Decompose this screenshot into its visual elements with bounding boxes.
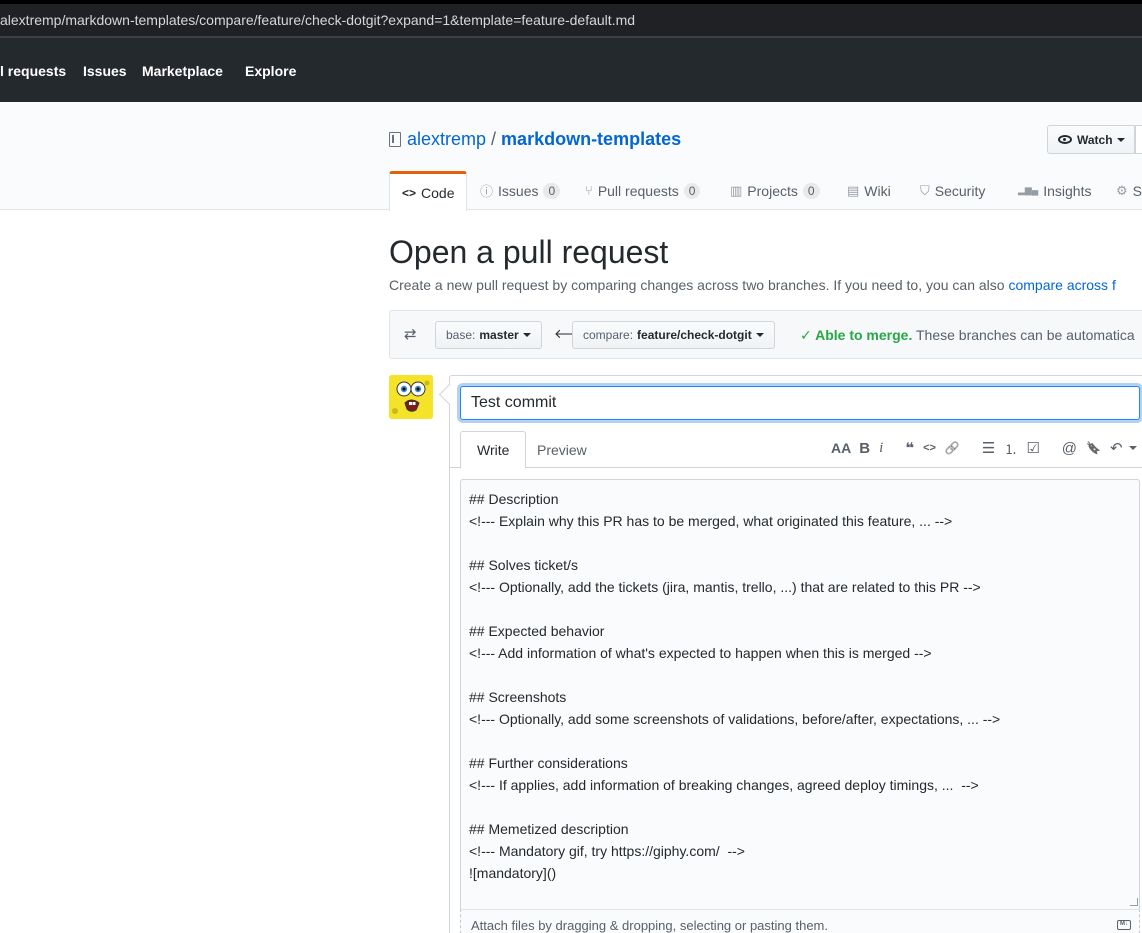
tab-insights[interactable]: ▂▆▄ Insights [1018, 171, 1091, 210]
watch-label: Watch [1077, 132, 1113, 147]
code-icon[interactable]: <> [923, 442, 936, 454]
tab-pull-requests[interactable]: ⑂ Pull requests 0 [585, 171, 701, 210]
base-prefix: base: [446, 328, 476, 342]
compare-across-forks-link[interactable]: compare across f [1008, 277, 1115, 293]
unordered-list-icon[interactable]: ☰ [982, 439, 995, 457]
mention-icon[interactable]: @ [1062, 440, 1077, 457]
tab-security-label: Security [934, 182, 986, 199]
repo-title: alextremp / markdown-templates [389, 129, 681, 150]
base-branch-name: master [479, 328, 519, 342]
nav-explore[interactable]: Explore [245, 63, 296, 79]
avatar-image [389, 375, 433, 419]
repo-header: alextremp / markdown-templates Watch <> … [0, 102, 1142, 211]
base-branch-select[interactable]: base: master [435, 321, 542, 349]
attach-files-text: Attach files by dragging & dropping, sel… [471, 918, 828, 933]
watch-count[interactable] [1135, 125, 1142, 154]
tab-preview[interactable]: Preview [521, 431, 603, 468]
git-compare-icon: ⇄ [404, 326, 417, 343]
tab-settings[interactable]: ⚙ S [1116, 171, 1142, 210]
tab-write[interactable]: Write [460, 431, 527, 469]
nav-issues[interactable]: Issues [83, 63, 127, 79]
repo-path-separator: / [491, 129, 497, 149]
graph-icon: ▂▆▄ [1018, 185, 1039, 195]
tab-issues[interactable]: ⓘ Issues 0 [480, 171, 561, 210]
tab-code[interactable]: <> Code [389, 171, 468, 211]
resize-handle[interactable] [1130, 898, 1138, 906]
eye-icon [1058, 135, 1072, 144]
nav-marketplace[interactable]: Marketplace [142, 63, 223, 79]
repo-icon [389, 132, 401, 147]
range-editor: ⇄ base: master 🡐 compare: feature/check-… [389, 310, 1142, 359]
issues-counter: 0 [543, 182, 561, 199]
repo-owner-link[interactable]: alextremp [407, 129, 486, 150]
issue-icon: ⓘ [480, 184, 494, 199]
shield-icon: ⛉ [920, 182, 930, 198]
tab-projects-label: Projects [747, 182, 798, 199]
tab-wiki-label: Wiki [864, 182, 891, 199]
code-icon: <> [402, 185, 417, 200]
tab-security[interactable]: ⛉ Security [920, 171, 985, 210]
link-icon[interactable]: 🔗 [945, 441, 960, 455]
page-subtitle: Create a new pull request by comparing c… [389, 277, 1116, 293]
tab-projects[interactable]: ▥ Projects 0 [730, 171, 820, 210]
header-text-icon[interactable]: AA [831, 440, 851, 456]
project-icon: ▥ [730, 182, 743, 198]
compare-branch-select[interactable]: compare: feature/check-dotgit [572, 321, 775, 349]
tab-issues-label: Issues [498, 182, 539, 199]
tab-pull-requests-label: Pull requests [597, 182, 679, 199]
tab-code-label: Code [421, 184, 455, 201]
chevron-down-icon [1116, 137, 1125, 142]
file-attachment-area[interactable]: Attach files by dragging & dropping, sel… [460, 909, 1140, 933]
merge-status-text: These branches can be automatica [912, 327, 1135, 343]
chevron-down-icon [522, 333, 531, 337]
tab-settings-label: S [1132, 182, 1142, 199]
compare-prefix: compare: [583, 328, 634, 342]
watch-button[interactable]: Watch [1047, 125, 1135, 154]
pull-request-body-textarea[interactable]: ## Description <!--- Explain why this PR… [460, 479, 1140, 909]
bookmark-icon[interactable]: 🔖 [1086, 441, 1101, 455]
nav-pull-requests[interactable]: l requests [0, 63, 66, 79]
avatar[interactable] [389, 375, 433, 419]
quote-icon[interactable]: ❝ [905, 439, 914, 457]
pull-request-title-input[interactable] [460, 386, 1140, 420]
task-list-icon[interactable]: ☑ [1026, 439, 1039, 457]
book-icon: ▤ [847, 182, 860, 198]
markdown-icon[interactable]: M↓ [1117, 920, 1131, 930]
pull-requests-counter: 0 [683, 182, 701, 199]
chevron-down-icon [755, 333, 764, 337]
repo-name-link[interactable]: markdown-templates [501, 129, 681, 150]
merge-status: ✓ Able to merge. These branches can be a… [800, 327, 1135, 344]
tab-wiki[interactable]: ▤ Wiki [847, 171, 891, 210]
markdown-toolbar: AA B i ❝ <> 🔗 ☰ ⒈ ☑ @ 🔖 ↶ [831, 438, 1137, 458]
global-header: l requests Issues Marketplace Explore [0, 38, 1142, 102]
tab-insights-label: Insights [1043, 182, 1092, 199]
page-title: Open a pull request [389, 234, 669, 270]
reply-icon[interactable]: ↶ [1110, 439, 1123, 457]
compare-branch-name: feature/check-dotgit [637, 328, 752, 342]
gear-icon: ⚙ [1116, 182, 1128, 198]
browser-url-bar[interactable]: alextremp/markdown-templates/compare/fea… [0, 0, 1142, 38]
pull-request-icon: ⑂ [585, 183, 593, 198]
projects-counter: 0 [802, 182, 820, 199]
new-pull-request-form: Write Preview AA B i ❝ <> 🔗 ☰ ⒈ ☑ @ 🔖 ↶ … [449, 375, 1142, 933]
subtitle-text: Create a new pull request by comparing c… [389, 277, 1009, 293]
bold-icon[interactable]: B [859, 440, 870, 457]
able-to-merge: ✓ Able to merge. [800, 327, 913, 343]
ordered-list-icon[interactable]: ⒈ [1004, 439, 1017, 458]
chevron-down-icon[interactable] [1128, 446, 1137, 450]
italic-icon[interactable]: i [879, 440, 883, 457]
url-text[interactable]: alextremp/markdown-templates/compare/fea… [0, 12, 635, 28]
